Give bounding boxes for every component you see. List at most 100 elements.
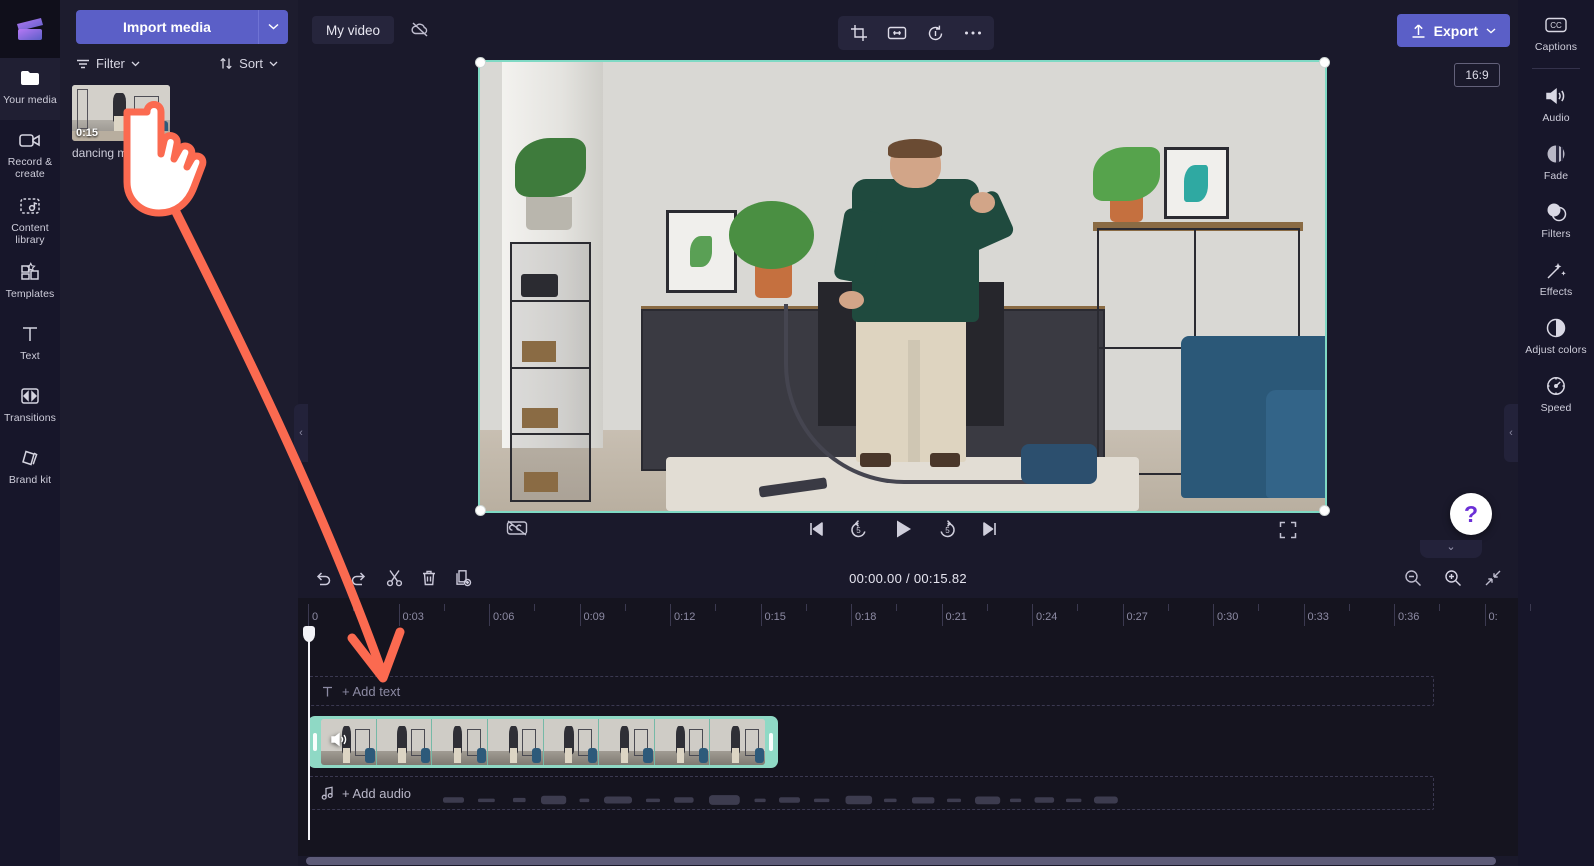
captions-off-icon[interactable] [506, 519, 528, 542]
sidebar-item-text[interactable]: Text [0, 314, 60, 376]
skip-to-start-button[interactable] [806, 520, 826, 538]
ruler-tick-minor [715, 604, 717, 611]
zoom-in-icon[interactable] [1444, 569, 1462, 587]
crop-icon[interactable] [846, 20, 872, 46]
undo-button[interactable] [314, 570, 332, 586]
media-item[interactable]: 0:15 dancing ma [72, 85, 170, 160]
rewind-5-seconds-button[interactable]: 5 [848, 519, 869, 540]
right-item-label: Captions [1534, 41, 1578, 53]
chevron-down-icon [269, 61, 278, 66]
playback-controls: 5 5 [806, 517, 1000, 541]
ruler-tick-minor [443, 604, 445, 611]
right-item-label: Fade [1543, 170, 1569, 182]
resize-handle-top-right[interactable] [1319, 57, 1330, 68]
transitions-icon [19, 383, 41, 409]
chevron-left-icon: ‹ [299, 427, 303, 439]
text-t-icon [20, 321, 40, 347]
duplicate-button[interactable] [455, 569, 472, 587]
ruler-tick-minor [1529, 604, 1531, 611]
sidebar-item-label: Brand kit [8, 474, 52, 486]
media-panel: Import media Filter Sort 0:15 dancing ma [60, 0, 298, 866]
timeline-ruler[interactable]: 0 0:03 0:06 0:09 0:12 0:15 0:18 0:21 0:24 0:27 0:3… [298, 598, 1531, 626]
collapse-timeline-button[interactable]: ⌄ [1420, 540, 1482, 558]
import-media-dropdown-button[interactable] [258, 10, 288, 44]
sidebar-item-brand-kit[interactable]: Brand kit [0, 438, 60, 500]
sidebar-item-content-library[interactable]: Content library [0, 186, 60, 252]
ruler-tick-minor [353, 604, 355, 611]
rotate-icon[interactable] [922, 20, 948, 46]
sidebar-item-record-create[interactable]: Record & create [0, 120, 60, 186]
scene-left-shelf [509, 241, 591, 503]
right-item-adjust-colors[interactable]: Adjust colors [1518, 309, 1594, 367]
more-options-icon[interactable] [960, 20, 986, 46]
clip-thumbnails [321, 719, 765, 765]
upload-icon [1412, 23, 1425, 38]
import-media-button[interactable]: Import media [76, 10, 258, 44]
sort-arrows-icon [220, 58, 232, 69]
skip-to-end-button[interactable] [980, 520, 1000, 538]
right-item-audio[interactable]: Audio [1518, 77, 1594, 135]
play-button[interactable] [891, 517, 915, 541]
sort-button[interactable]: Sort [219, 56, 278, 71]
scene-person-shoe [929, 452, 960, 467]
resize-handle-bottom-left[interactable] [475, 505, 486, 516]
timeline-edit-tools [298, 569, 472, 587]
timeline-scrollbar-track[interactable] [298, 856, 1518, 866]
right-item-fade[interactable]: Fade [1518, 135, 1594, 193]
video-preview-selection[interactable] [475, 57, 1330, 516]
filter-button[interactable]: Filter [76, 56, 140, 71]
sort-label: Sort [239, 56, 263, 71]
ruler-tick-minor [1258, 604, 1260, 611]
playhead-handle[interactable] [303, 626, 315, 642]
help-button[interactable]: ? [1450, 493, 1492, 535]
forward-5-seconds-button[interactable]: 5 [937, 519, 958, 540]
filter-sort-bar: Filter Sort [60, 44, 298, 77]
ruler-tick-minor [1077, 604, 1079, 611]
timeline-tracks: + Add text + Add audio [298, 626, 1518, 840]
sidebar-item-templates[interactable]: Templates [0, 252, 60, 314]
project-name-field[interactable]: My video [312, 16, 395, 44]
aspect-ratio-badge[interactable]: 16:9 [1454, 63, 1500, 87]
collapse-media-panel-button[interactable]: ‹ [294, 404, 308, 462]
ruler-tick-label: 0:24 [1036, 611, 1058, 623]
redo-button[interactable] [350, 570, 368, 586]
right-item-speed[interactable]: Speed [1518, 367, 1594, 425]
scene-picture-frame-left [665, 210, 737, 294]
folder-icon [19, 65, 41, 91]
zoom-out-icon[interactable] [1404, 569, 1422, 587]
clip-trim-handle-left[interactable] [313, 733, 317, 751]
timeline-scrollbar-thumb[interactable] [306, 857, 1496, 865]
fit-to-frame-icon[interactable] [884, 20, 910, 46]
video-clip[interactable] [308, 716, 778, 768]
video-preview[interactable] [478, 60, 1327, 513]
export-button[interactable]: Export [1396, 14, 1510, 47]
sidebar-item-your-media[interactable]: Your media [0, 58, 60, 120]
clip-trim-handle-right[interactable] [769, 733, 773, 751]
text-track[interactable]: + Add text [308, 676, 1434, 706]
ruler-tick-label: 0:12 [674, 611, 696, 623]
split-button[interactable] [386, 569, 403, 587]
right-item-effects[interactable]: Effects [1518, 251, 1594, 309]
stage-top-bar: My video Export [298, 0, 1518, 56]
delete-button[interactable] [421, 569, 437, 587]
contrast-circle-icon [1545, 315, 1567, 341]
fit-timeline-icon[interactable] [1484, 569, 1502, 587]
right-item-captions[interactable]: CC Captions [1518, 6, 1594, 64]
speaker-icon[interactable] [330, 732, 349, 753]
right-item-label: Speed [1540, 402, 1572, 414]
add-text-label: + Add text [342, 683, 401, 699]
playhead[interactable] [303, 626, 315, 840]
collapse-properties-panel-button[interactable]: ‹ [1504, 404, 1518, 462]
sidebar-item-transitions[interactable]: Transitions [0, 376, 60, 438]
fullscreen-icon[interactable] [1279, 521, 1297, 544]
resize-handle-bottom-right[interactable] [1319, 505, 1330, 516]
ruler-tick-minor [1439, 604, 1441, 611]
import-media-row: Import media [60, 0, 298, 44]
resize-handle-top-left[interactable] [475, 57, 486, 68]
app-logo[interactable] [0, 0, 60, 58]
playback-bar: 5 5 [480, 511, 1325, 555]
cloud-off-icon[interactable] [410, 20, 430, 43]
right-item-filters[interactable]: Filters [1518, 193, 1594, 251]
audio-track[interactable]: + Add audio [308, 776, 1434, 810]
chevron-down-icon [1486, 27, 1496, 34]
